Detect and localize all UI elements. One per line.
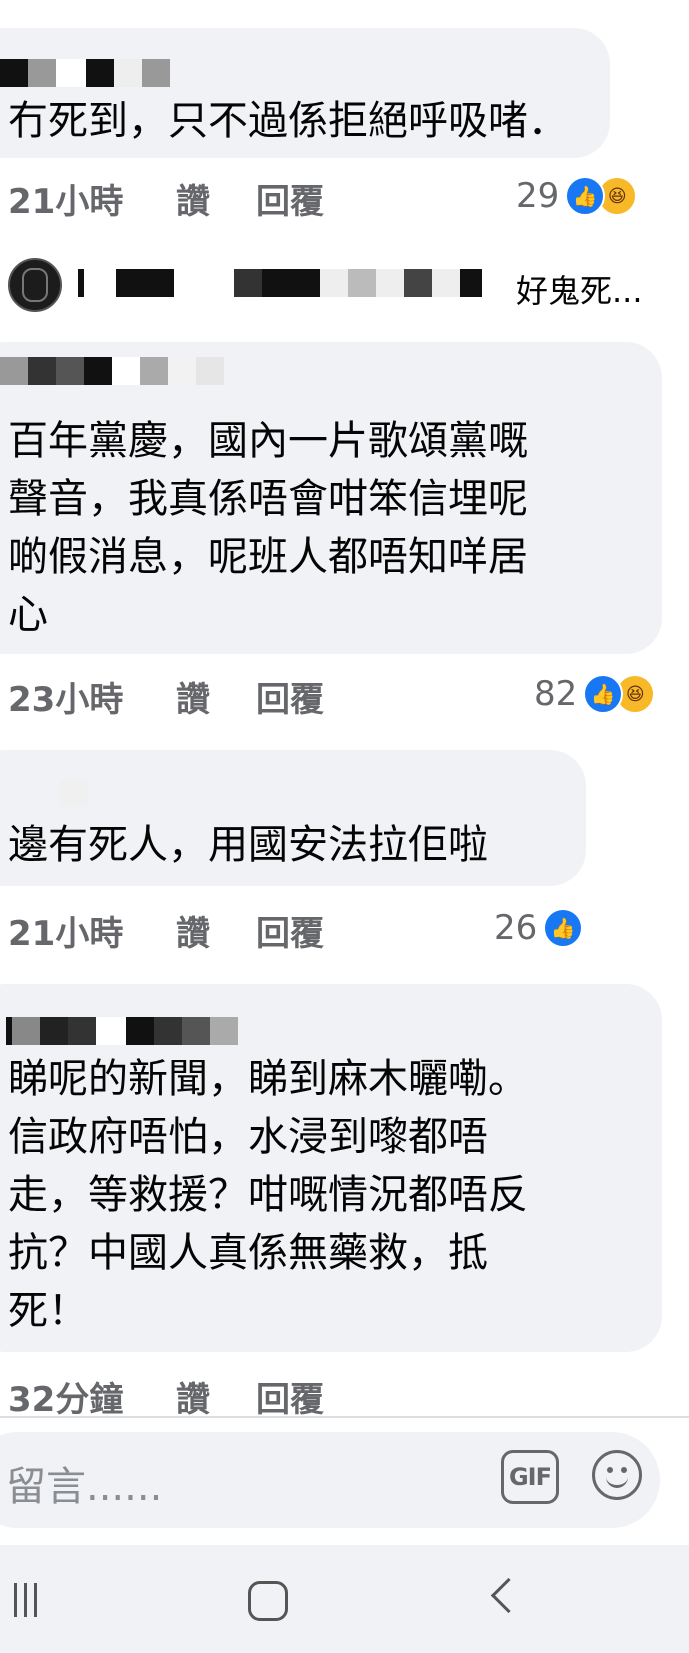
back-icon[interactable] [490, 1577, 527, 1614]
comment-text: 睇呢的新聞，睇到麻木曬嘞。 信政府唔怕，水浸到嚟都唔 走，等救援？咁嘅情況都唔反… [8, 1056, 528, 1334]
comment-time: 23小時 [8, 680, 124, 720]
gif-button[interactable]: GIF [501, 1450, 559, 1504]
reaction-summary[interactable]: 82 👍 😆 [534, 672, 656, 716]
thumbs-up-icon: 👍 [565, 176, 606, 216]
thumbs-up-icon: 👍 [543, 908, 584, 948]
comment-text: 百年黨慶，國內一片歌頌黨嘅 聲音，我真係唔會咁笨信埋呢 啲假消息，呢班人都唔知咩… [8, 418, 528, 638]
divider [0, 1416, 689, 1418]
comment-input[interactable]: 留言...... GIF [0, 1432, 660, 1528]
comment-bubble-2: 百年黨慶，國內一片歌頌黨嘅 聲音，我真係唔會咁笨信埋呢 啲假消息，呢班人都唔知咩… [0, 342, 662, 654]
reaction-count: 29 [516, 176, 560, 216]
comment-time: 21小時 [8, 182, 124, 222]
comment-input-placeholder[interactable]: 留言...... [6, 1454, 162, 1512]
reply-button[interactable]: 回覆 [256, 174, 324, 223]
reaction-count: 26 [494, 908, 538, 948]
reaction-count: 82 [534, 674, 578, 714]
smiley-icon[interactable] [592, 1450, 642, 1500]
comment-bubble-3: 邊有死人，用國安法拉佢啦 [0, 750, 586, 886]
thumbs-up-icon: 👍 [583, 674, 624, 714]
like-button[interactable]: 讚 [176, 906, 210, 955]
reaction-summary[interactable]: 29 👍 😆 [516, 174, 638, 218]
reply-preview[interactable]: 好鬼死... [0, 250, 689, 320]
like-button[interactable]: 讚 [176, 672, 210, 721]
comment-text: 邊有死人，用國安法拉佢啦 [8, 822, 488, 868]
comment-time: 21小時 [8, 914, 124, 954]
comment-meta-3: 21小時 讚 回覆 [8, 906, 688, 954]
reply-author-redacted [78, 268, 482, 298]
reaction-summary[interactable]: 26 👍 [494, 906, 584, 950]
reply-button[interactable]: 回覆 [256, 1372, 324, 1421]
system-nav-bar [0, 1545, 689, 1653]
author-name-redacted[interactable] [0, 356, 224, 386]
comment-meta-4: 32分鐘 讚 回覆 [8, 1372, 688, 1420]
comment-bubble-4: 睇呢的新聞，睇到麻木曬嘞。 信政府唔怕，水浸到嚟都唔 走，等救援？咁嘅情況都唔反… [0, 984, 662, 1352]
comment-time: 32分鐘 [8, 1380, 124, 1420]
author-name-redacted[interactable] [60, 778, 88, 808]
like-button[interactable]: 讚 [176, 1372, 210, 1421]
reply-button[interactable]: 回覆 [256, 672, 324, 721]
reply-snippet: 好鬼死... [516, 272, 643, 310]
author-name-redacted[interactable] [6, 1016, 238, 1046]
avatar[interactable] [8, 258, 62, 312]
comment-text: 冇死到，只不過係拒絕呼吸啫． [8, 98, 568, 144]
comment-bubble-1: 冇死到，只不過係拒絕呼吸啫． [0, 28, 610, 158]
like-button[interactable]: 讚 [176, 174, 210, 223]
reply-button[interactable]: 回覆 [256, 906, 324, 955]
home-icon[interactable] [248, 1581, 288, 1621]
author-name-redacted[interactable] [0, 58, 170, 88]
recents-icon[interactable] [14, 1583, 37, 1617]
